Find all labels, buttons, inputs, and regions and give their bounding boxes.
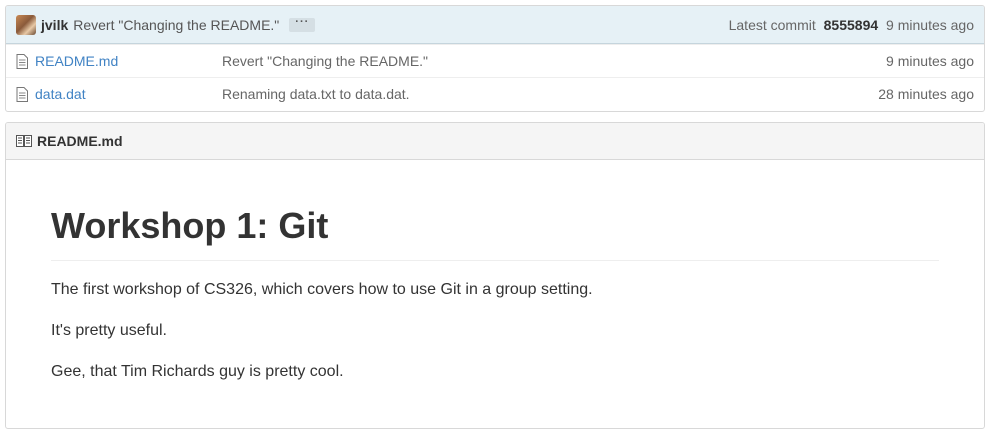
file-row: data.dat Renaming data.txt to data.dat. … [6,77,984,110]
latest-commit-label: Latest commit [728,16,816,33]
file-browser: jvilk Revert "Changing the README." ··· … [5,5,985,112]
readme-header: README.md [6,123,984,160]
latest-commit-bar: jvilk Revert "Changing the README." ··· … [6,6,984,44]
commit-age: 9 minutes ago [886,16,974,33]
file-age: 9 minutes ago [886,53,974,69]
latest-commit-info: Latest commit 8555894 9 minutes ago [729,17,974,33]
readme-title: Workshop 1: Git [51,203,939,261]
readme-content: Workshop 1: Git The first workshop of CS… [6,160,984,384]
readme-paragraph: Gee, that Tim Richards guy is pretty coo… [51,363,344,380]
file-text-icon [16,86,28,102]
commit-message-link[interactable]: Revert "Changing the README." [73,17,279,33]
file-commit-message-link[interactable]: Renaming data.txt to data.dat. [222,86,878,102]
file-age: 28 minutes ago [878,86,974,102]
book-icon [16,135,32,147]
readme-paragraph: The first workshop of CS326, which cover… [51,281,593,298]
file-row: README.md Revert "Changing the README." … [6,44,984,77]
commit-sha-link[interactable]: 8555894 [824,17,879,33]
commit-author-link[interactable]: jvilk [41,17,68,33]
readme-header-title: README.md [37,133,123,149]
readme-paragraph: It's pretty useful. [51,322,167,339]
file-name-link[interactable]: README.md [35,53,222,69]
file-commit-message-link[interactable]: Revert "Changing the README." [222,53,886,69]
expand-commit-message-button[interactable]: ··· [289,16,316,32]
file-text-icon [16,53,28,69]
readme-panel: README.md Workshop 1: Git The first work… [5,122,985,429]
file-name-link[interactable]: data.dat [35,86,222,102]
author-avatar[interactable] [16,14,36,35]
